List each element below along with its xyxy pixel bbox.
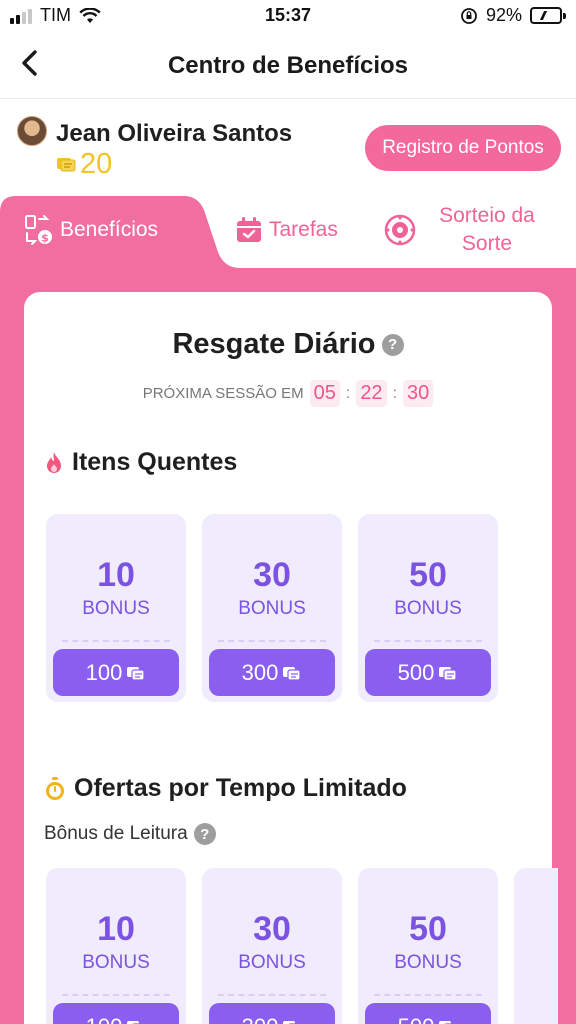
battery-icon bbox=[530, 7, 566, 24]
tab-beneficios[interactable]: $ Benefícios bbox=[24, 214, 158, 246]
redeem-button[interactable]: 100 bbox=[53, 649, 179, 696]
tab-beneficios-label: Benefícios bbox=[60, 218, 159, 241]
user-name: Jean Oliveira Santos bbox=[56, 120, 293, 147]
offer-card[interactable]: 10 BONUS 100 bbox=[46, 514, 186, 702]
countdown-minutes: 22 bbox=[356, 380, 387, 407]
offer-amount: 30 bbox=[253, 556, 291, 594]
offer-amount: 30 bbox=[253, 910, 291, 948]
hot-items-heading: Itens Quentes bbox=[44, 448, 237, 477]
offer-amount: 50 bbox=[409, 556, 447, 594]
fire-icon bbox=[47, 451, 61, 473]
tab-tarefas[interactable]: Tarefas bbox=[235, 216, 338, 244]
reading-bonus-label: Bônus de Leitura ? bbox=[44, 823, 216, 845]
redeem-button[interactable]: 500 bbox=[365, 1003, 491, 1024]
hot-items-title: Itens Quentes bbox=[72, 448, 238, 476]
coin-icon bbox=[57, 158, 76, 172]
offer-amount: 10 bbox=[97, 910, 135, 948]
tab-tarefas-label: Tarefas bbox=[269, 218, 338, 241]
reading-bonus-text: Bônus de Leitura bbox=[44, 823, 188, 844]
offer-unit: BONUS bbox=[238, 598, 306, 619]
tab-bar: $ Benefícios Tarefas Sorteio da Sorte bbox=[0, 196, 576, 272]
next-session-countdown: PRÓXIMA SESSÃO EM 05 : 22 : 30 bbox=[0, 380, 576, 407]
offer-card[interactable]: 50 BONUS 500 bbox=[358, 868, 498, 1024]
help-icon[interactable]: ? bbox=[193, 823, 216, 845]
limited-offers-title: Ofertas por Tempo Limitado bbox=[74, 774, 407, 802]
offer-unit: BONUS bbox=[238, 952, 306, 973]
coin-icon bbox=[283, 1020, 301, 1024]
tab-sorteio[interactable]: Sorteio da Sorte bbox=[384, 202, 552, 258]
offer-price: 500 bbox=[398, 1014, 435, 1024]
status-bar: TIM 15:37 92% bbox=[0, 0, 576, 34]
offer-unit: BONUS bbox=[394, 952, 462, 973]
offer-price: 100 bbox=[86, 1014, 123, 1024]
offer-card-partial[interactable] bbox=[514, 868, 558, 1024]
countdown-seconds: 30 bbox=[403, 380, 434, 407]
offer-amount: 50 bbox=[409, 910, 447, 948]
coin-icon bbox=[127, 1020, 145, 1024]
redeem-button[interactable]: 500 bbox=[365, 649, 491, 696]
calendar-icon bbox=[237, 217, 261, 242]
offer-card[interactable]: 10 BONUS 100 bbox=[46, 868, 186, 1024]
coin-icon bbox=[283, 666, 301, 681]
daily-redeem-title: Resgate Diário bbox=[172, 328, 376, 360]
stopwatch-icon bbox=[46, 776, 64, 800]
next-session-label: PRÓXIMA SESSÃO EM bbox=[142, 385, 304, 402]
avatar[interactable] bbox=[17, 116, 47, 146]
coin-icon bbox=[127, 666, 145, 681]
offer-card[interactable]: 50 BONUS 500 bbox=[358, 514, 498, 702]
app-header: Centro de Benefícios bbox=[0, 34, 576, 98]
coin-icon bbox=[439, 666, 457, 681]
points-balance: 20 bbox=[80, 148, 113, 180]
user-summary: Jean Oliveira Santos 20 Registro de Pont… bbox=[0, 100, 576, 196]
redeem-button[interactable]: 300 bbox=[209, 649, 335, 696]
registro-de-pontos-button[interactable]: Registro de Pontos bbox=[365, 125, 561, 171]
redeem-button[interactable]: 100 bbox=[53, 1003, 179, 1024]
offer-card[interactable]: 30 BONUS 300 bbox=[202, 514, 342, 702]
tab-sorteio-label: Sorteio da Sorte bbox=[439, 204, 535, 255]
exchange-money-icon: $ bbox=[25, 215, 52, 245]
offer-price: 500 bbox=[397, 659, 435, 685]
offer-unit: BONUS bbox=[82, 952, 150, 973]
offer-unit: BONUS bbox=[82, 598, 150, 619]
lucky-wheel-icon bbox=[384, 214, 416, 246]
offer-price: 300 bbox=[242, 1014, 279, 1024]
page-title: Centro de Benefícios bbox=[167, 52, 409, 79]
battery-percent: 92% bbox=[485, 5, 522, 25]
orientation-lock-icon bbox=[461, 7, 477, 24]
daily-redeem-heading: Resgate Diário ? bbox=[0, 328, 576, 361]
limited-offers-heading: Ofertas por Tempo Limitado bbox=[44, 774, 407, 803]
redeem-button[interactable]: 300 bbox=[209, 1003, 335, 1024]
offer-amount: 10 bbox=[97, 556, 135, 594]
help-icon[interactable]: ? bbox=[381, 333, 404, 356]
svg-text:$: $ bbox=[41, 232, 49, 245]
header-divider bbox=[0, 98, 576, 99]
countdown-hours: 05 bbox=[309, 380, 340, 407]
hot-items-list: 10 BONUS 100 30 BONUS 300 50 BONUS 500 bbox=[46, 514, 498, 702]
offer-card[interactable]: 30 BONUS 300 bbox=[202, 868, 342, 1024]
limited-offers-list: 10 BONUS 100 30 BONUS 300 50 BONUS 500 bbox=[46, 868, 558, 1024]
offer-price: 100 bbox=[85, 659, 123, 685]
offer-price: 300 bbox=[241, 659, 279, 685]
coin-icon bbox=[439, 1020, 457, 1024]
offer-unit: BONUS bbox=[394, 598, 462, 619]
